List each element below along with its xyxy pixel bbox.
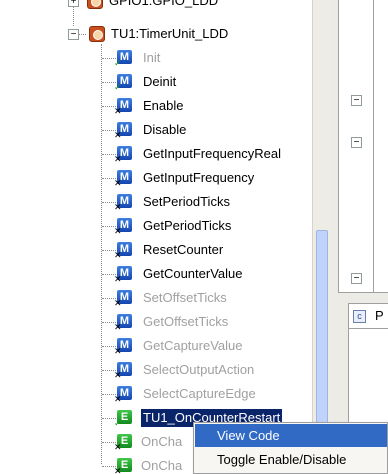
tree-node-label: TU1:TimerUnit_LDD [111,26,229,41]
method-label: Disable [143,122,187,137]
method-item[interactable]: M ✕ Disable [0,118,312,142]
components-tree: + GPIO1:GPIO_LDD − TU1:TimerUnit_LDD M ✓ I… [0,0,312,474]
disabled-mark-icon: ✕ [114,322,122,332]
timer-component-icon [89,26,105,42]
method-label: GetInputFrequencyReal [143,146,282,161]
tab-label: P [375,308,384,323]
disabled-mark-icon: ✕ [114,178,122,188]
event-label: OnCha [141,434,183,449]
method-label: Deinit [143,74,177,89]
method-item[interactable]: M ✓ Init [0,46,312,70]
menu-item-view-code[interactable]: View Code [195,424,387,447]
method-item[interactable]: M ✕ ResetCounter [0,238,312,262]
component-icon [87,0,103,9]
enabled-check-icon: ✓ [114,82,122,92]
method-label: GetCaptureValue [143,338,243,353]
disabled-mark-icon: ✕ [114,106,122,116]
enabled-check-icon: ✓ [114,58,122,68]
properties-grid: − − − [338,0,388,293]
collapse-icon[interactable]: − [351,273,362,284]
method-item[interactable]: M ✕ SelectOutputAction [0,358,312,382]
grid-divider [373,0,374,292]
method-label: GetPeriodTicks [143,218,232,233]
method-label: ResetCounter [143,242,224,257]
method-item[interactable]: M ✕ GetInputFrequency [0,166,312,190]
disabled-mark-icon: ✕ [114,226,122,236]
method-item[interactable]: M ✕ SetPeriodTicks [0,190,312,214]
method-item[interactable]: M ✕ SetOffsetTicks [0,286,312,310]
tree-node-gpio[interactable]: + GPIO1:GPIO_LDD [0,0,312,13]
tree-node-tu1[interactable]: − TU1:TimerUnit_LDD [0,22,312,46]
method-label: GetOffsetTicks [143,314,229,329]
method-label: Enable [143,98,184,113]
collapse-icon[interactable]: − [351,95,362,106]
disabled-mark-icon: ✕ [114,130,122,140]
method-label: Init [143,50,161,65]
disabled-mark-icon: ✕ [114,346,122,356]
method-item[interactable]: M ✕ Enable [0,94,312,118]
method-item[interactable]: M ✕ GetOffsetTicks [0,310,312,334]
disabled-mark-icon: ✕ [114,442,122,452]
menu-item-label: View Code [217,428,280,443]
disabled-mark-icon: ✕ [114,394,122,404]
method-label: SetPeriodTicks [143,194,230,209]
collapse-icon[interactable]: − [68,29,79,40]
disabled-mark-icon: ✕ [114,274,122,284]
method-item[interactable]: M ✕ SelectCaptureEdge [0,382,312,406]
menu-item-toggle-enable-disable[interactable]: Toggle Enable/Disable [195,448,387,471]
tree-node-label: GPIO1:GPIO_LDD [109,0,219,8]
disabled-mark-icon: ✕ [114,154,122,164]
expand-icon[interactable]: + [68,0,79,7]
method-item[interactable]: M ✕ GetCaptureValue [0,334,312,358]
disabled-mark-icon: ✕ [114,298,122,308]
method-label: SetOffsetTicks [143,290,227,305]
disabled-mark-icon: ✕ [114,370,122,380]
method-label: SelectCaptureEdge [143,386,256,401]
method-label: GetCounterValue [143,266,243,281]
tab-icon: c [353,310,366,323]
tab-p[interactable]: c P [348,303,388,329]
right-panel: − − − c P [330,0,388,474]
disabled-mark-icon: ✕ [114,250,122,260]
disabled-mark-icon: ✕ [114,466,122,474]
method-label: GetInputFrequency [143,170,255,185]
tree-line [78,34,86,35]
method-item[interactable]: M ✕ GetPeriodTicks [0,214,312,238]
method-label: SelectOutputAction [143,362,255,377]
disabled-mark-icon: ✕ [114,202,122,212]
context-menu: View Code Toggle Enable/Disable [193,422,388,474]
method-item[interactable]: M ✕ GetCounterValue [0,262,312,286]
menu-item-label: Toggle Enable/Disable [217,452,347,467]
tree-vertical-scrollbar[interactable] [312,0,330,474]
method-item[interactable]: M ✓ Deinit [0,70,312,94]
enabled-check-icon: ✓ [114,418,122,428]
method-item[interactable]: M ✕ GetInputFrequencyReal [0,142,312,166]
collapse-icon[interactable]: − [351,137,362,148]
event-label: OnCha [141,458,183,473]
